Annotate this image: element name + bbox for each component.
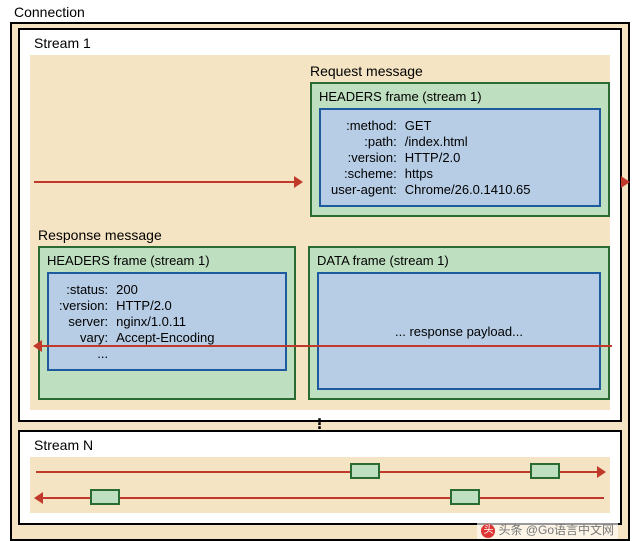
watermark-handle: @Go语言中文网	[526, 523, 614, 537]
request-headers-frame-body: :method: GET :path: /index.html :version…	[319, 108, 601, 207]
http2-connection-diagram: Connection Stream 1 Request message HEAD…	[10, 4, 630, 541]
hdr-val: HTTP/2.0	[405, 150, 589, 165]
response-arrow-icon	[36, 345, 612, 347]
vertical-ellipsis-icon: ···	[317, 418, 323, 430]
response-headers-frame-body: :status: 200 :version: HTTP/2.0 server: …	[47, 272, 287, 371]
hdr-key: :scheme:	[331, 166, 397, 181]
hdr-key: vary:	[59, 330, 108, 345]
hdr-key: :status:	[59, 282, 108, 297]
stream-n-body	[30, 457, 610, 513]
hdr-val: Accept-Encoding	[116, 330, 275, 345]
request-message: Request message HEADERS frame (stream 1)…	[310, 63, 610, 217]
response-data-frame: DATA frame (stream 1) ... response paylo…	[308, 246, 610, 400]
response-message: Response message HEADERS frame (stream 1…	[38, 227, 610, 400]
stream-n-title: Stream N	[30, 436, 97, 454]
hdr-val	[116, 346, 275, 361]
hdr-key: :version:	[331, 150, 397, 165]
hdr-key: :method:	[331, 118, 397, 133]
connection-box: Stream 1 Request message HEADERS frame (…	[10, 22, 630, 541]
hdr-val: HTTP/2.0	[116, 298, 275, 313]
frame-block-icon	[530, 463, 560, 479]
frame-block-icon	[450, 489, 480, 505]
stream-1-body: Request message HEADERS frame (stream 1)…	[30, 55, 610, 410]
hdr-val: Chrome/26.0.1410.65	[405, 182, 589, 197]
stream-1-title: Stream 1	[30, 34, 95, 52]
watermark: 头头条 @Go语言中文网	[477, 520, 618, 539]
hdr-val: /index.html	[405, 134, 589, 149]
response-headers-frame-title: HEADERS frame (stream 1)	[47, 253, 287, 268]
stream-n-arrow-right-icon	[36, 471, 604, 473]
watermark-prefix: 头条	[498, 523, 522, 537]
response-data-frame-title: DATA frame (stream 1)	[317, 253, 601, 268]
hdr-val: nginx/1.0.11	[116, 314, 275, 329]
frame-block-icon	[90, 489, 120, 505]
request-headers-frame-title: HEADERS frame (stream 1)	[319, 89, 601, 104]
watermark-logo-icon: 头	[481, 524, 495, 538]
hdr-val: https	[405, 166, 589, 181]
hdr-key: server:	[59, 314, 108, 329]
request-label: Request message	[310, 63, 610, 79]
request-arrow-icon	[34, 181, 300, 183]
hdr-val: 200	[116, 282, 275, 297]
response-payload-text: ... response payload...	[395, 324, 523, 339]
response-label: Response message	[38, 227, 610, 243]
stream-1-box: Stream 1 Request message HEADERS frame (…	[18, 28, 622, 422]
hdr-key: user-agent:	[331, 182, 397, 197]
connection-label: Connection	[14, 4, 630, 20]
hdr-key: :path:	[331, 134, 397, 149]
hdr-val: GET	[405, 118, 589, 133]
stream-n-arrow-left-icon	[36, 497, 604, 499]
request-headers-frame: HEADERS frame (stream 1) :method: GET :p…	[310, 82, 610, 217]
hdr-key: ...	[59, 346, 108, 361]
stream-n-box: ··· Stream N	[18, 430, 622, 525]
hdr-key: :version:	[59, 298, 108, 313]
response-headers-frame: HEADERS frame (stream 1) :status: 200 :v…	[38, 246, 296, 400]
response-data-frame-body: ... response payload...	[317, 272, 601, 390]
frame-block-icon	[350, 463, 380, 479]
